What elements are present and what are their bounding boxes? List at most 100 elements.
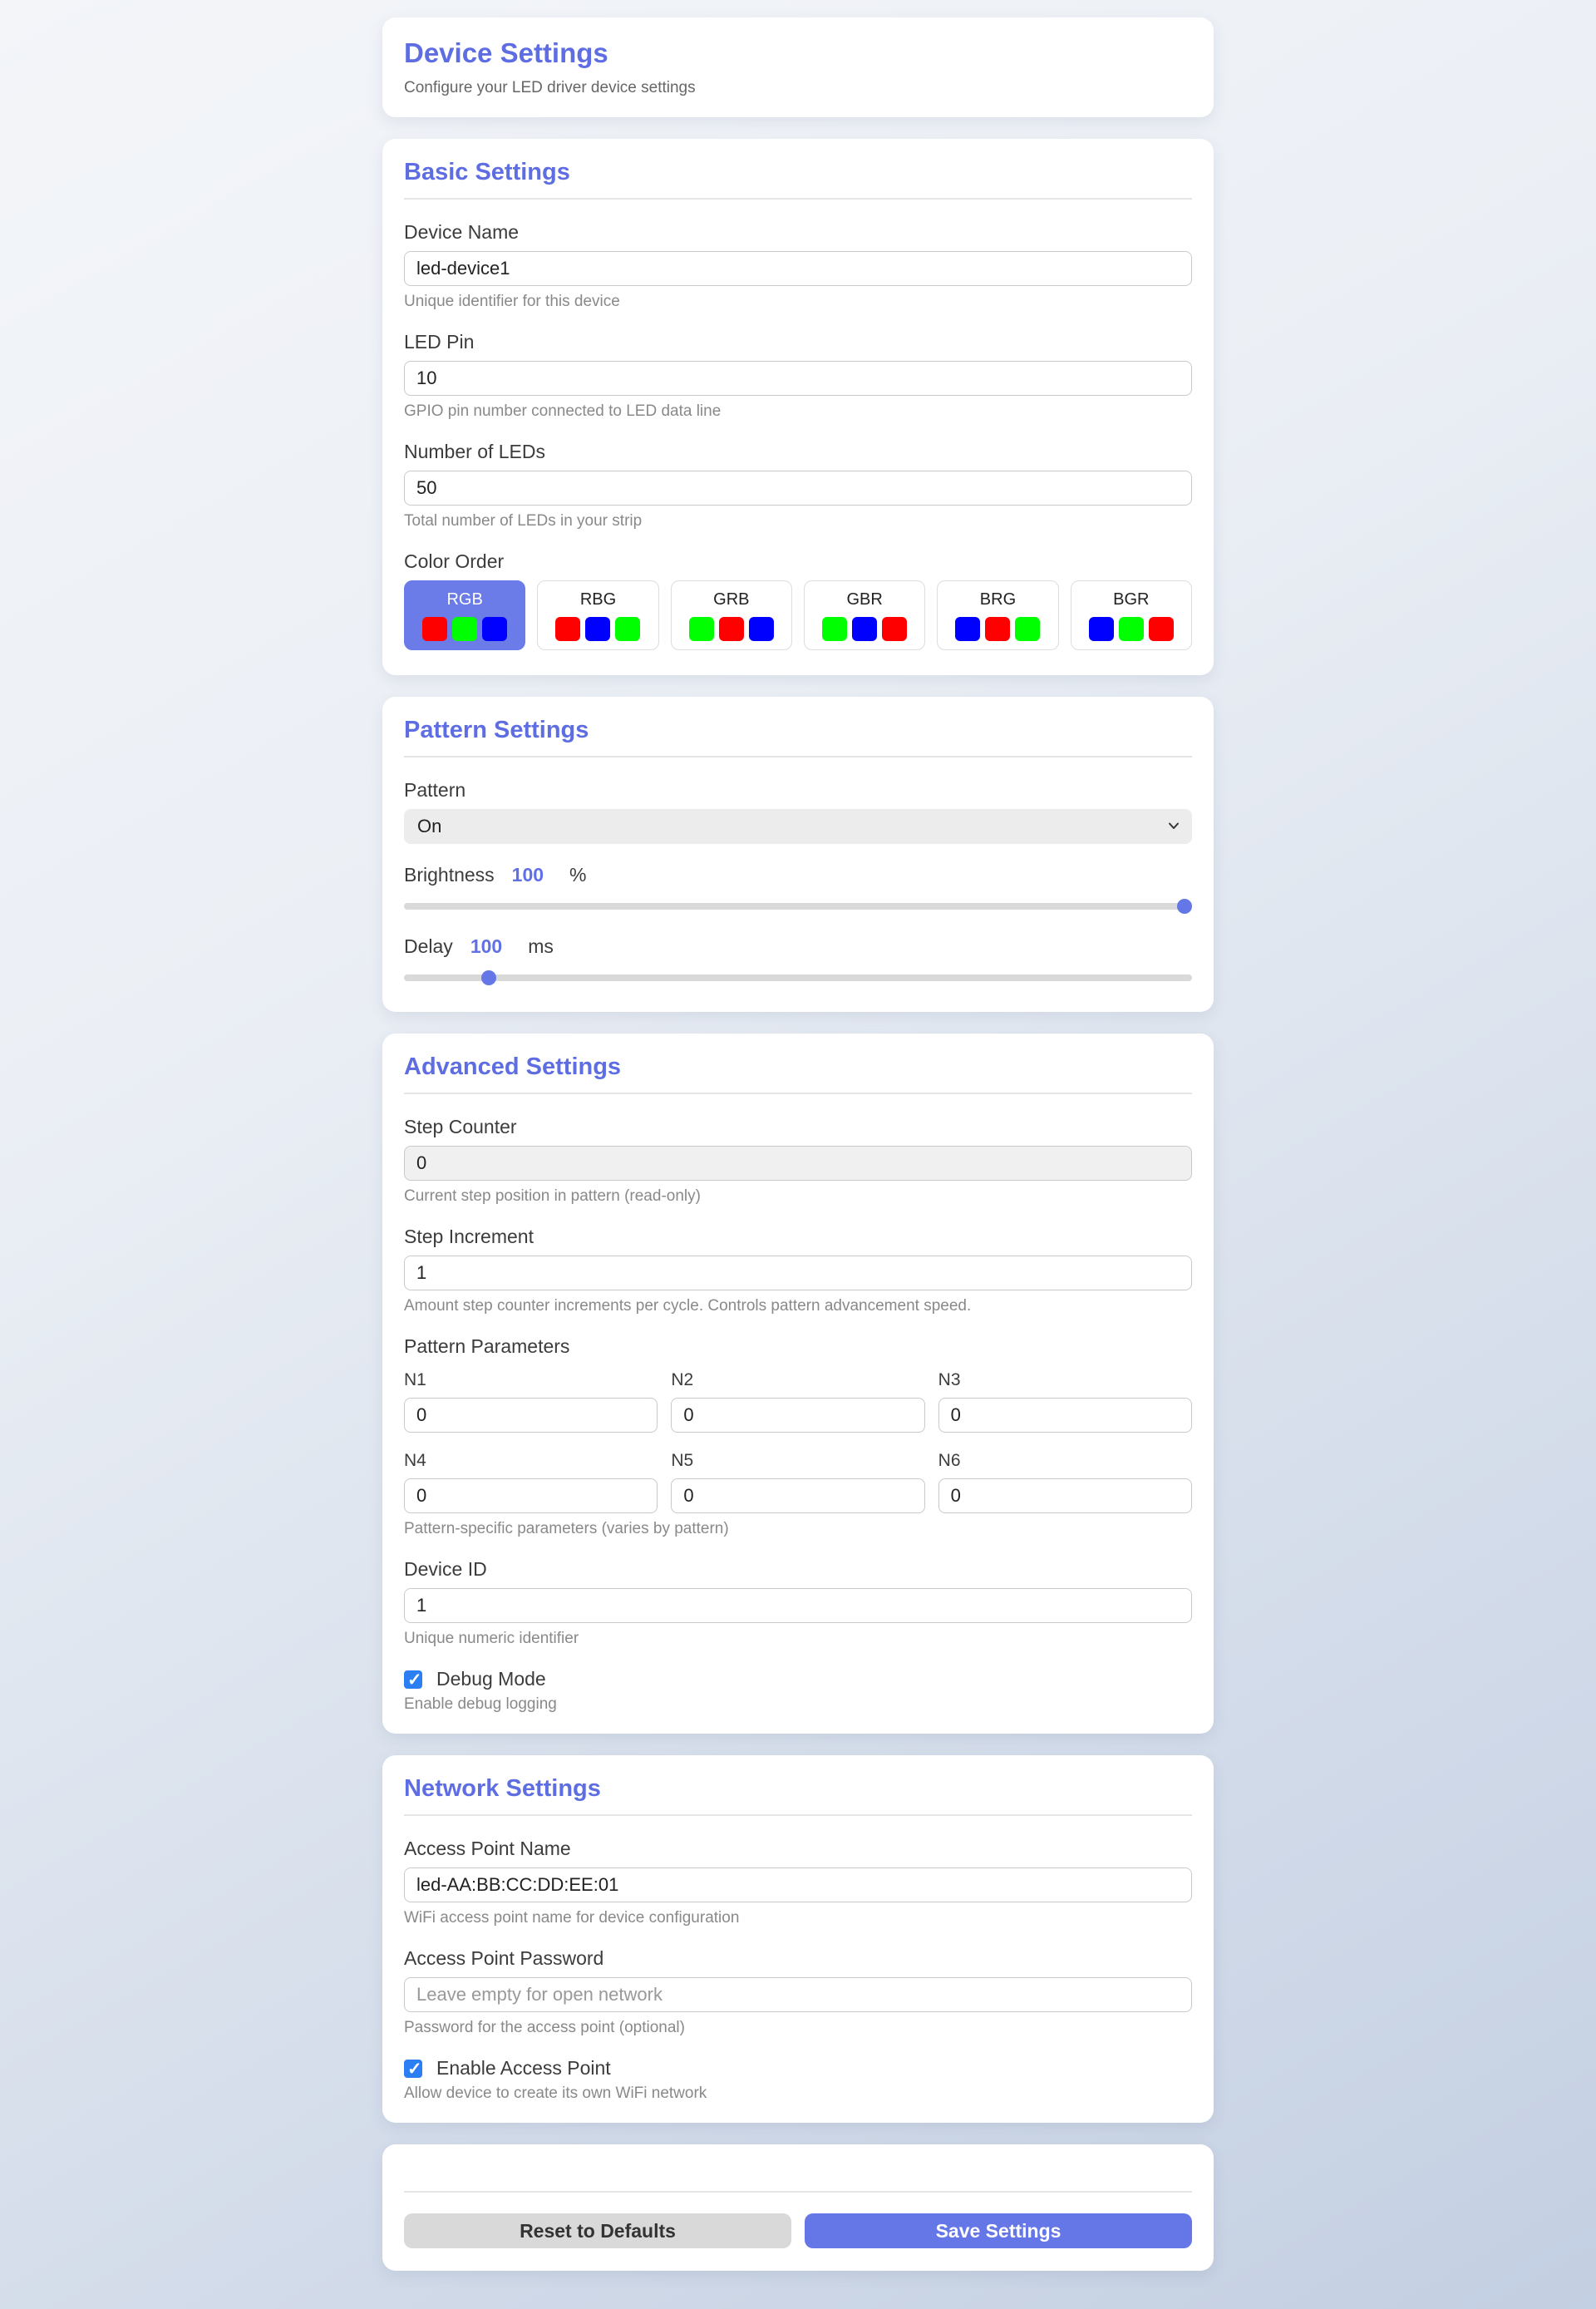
param-n2-input[interactable] xyxy=(671,1398,924,1433)
blue-swatch xyxy=(482,617,507,641)
blue-swatch xyxy=(749,617,774,641)
param-n3: N3 xyxy=(938,1365,1192,1433)
red-swatch xyxy=(1149,617,1174,641)
ap-name-input[interactable] xyxy=(404,1867,1192,1902)
delay-slider-thumb[interactable] xyxy=(481,970,496,985)
param-n4: N4 xyxy=(404,1446,658,1513)
pattern-select[interactable]: On xyxy=(404,809,1192,844)
color-order-option-label: BGR xyxy=(1113,590,1149,609)
green-swatch xyxy=(1015,617,1040,641)
color-order-option-rgb[interactable]: RGB xyxy=(404,580,525,650)
step-increment-help: Amount step counter increments per cycle… xyxy=(404,1297,1192,1315)
ap-name-label: Access Point Name xyxy=(404,1838,1192,1860)
param-n1-input[interactable] xyxy=(404,1398,658,1433)
section-divider xyxy=(404,198,1192,200)
color-order-options: RGB RBG GRB xyxy=(404,580,1192,650)
slider-track[interactable] xyxy=(404,974,1192,981)
page-title: Device Settings xyxy=(404,37,1192,69)
pattern-params-grid: N1 N2 N3 N4 N5 xyxy=(404,1365,1192,1513)
brightness-group: Brightness 100 % xyxy=(404,864,1192,914)
reset-button[interactable]: Reset to Defaults xyxy=(404,2213,791,2248)
enable-ap-row: Enable Access Point xyxy=(404,2057,1192,2080)
param-n5-input[interactable] xyxy=(671,1478,924,1513)
actions-row: Reset to Defaults Save Settings xyxy=(404,2193,1192,2271)
device-id-label: Device ID xyxy=(404,1558,1192,1581)
ap-name-help: WiFi access point name for device config… xyxy=(404,1909,1192,1927)
ap-password-input[interactable] xyxy=(404,1977,1192,2012)
red-swatch xyxy=(422,617,447,641)
led-pin-label: LED Pin xyxy=(404,331,1192,353)
red-swatch xyxy=(882,617,907,641)
color-order-option-rbg[interactable]: RBG xyxy=(537,580,658,650)
blue-swatch xyxy=(955,617,980,641)
green-swatch xyxy=(822,617,847,641)
blue-swatch xyxy=(585,617,610,641)
basic-settings-card: Basic Settings Device Name Unique identi… xyxy=(382,139,1214,675)
step-counter-group: Step Counter Current step position in pa… xyxy=(404,1116,1192,1206)
actions-card: Reset to Defaults Save Settings xyxy=(382,2144,1214,2271)
step-counter-input[interactable] xyxy=(404,1146,1192,1181)
debug-mode-group: Debug Mode Enable debug logging xyxy=(404,1668,1192,1714)
section-divider xyxy=(404,1093,1192,1094)
color-order-option-gbr[interactable]: GBR xyxy=(804,580,925,650)
header-card: Device Settings Configure your LED drive… xyxy=(382,17,1214,117)
param-n2: N2 xyxy=(671,1365,924,1433)
swatch-row xyxy=(822,617,907,641)
device-name-label: Device Name xyxy=(404,221,1192,244)
debug-mode-row: Debug Mode xyxy=(404,1668,1192,1690)
ap-password-group: Access Point Password Password for the a… xyxy=(404,1947,1192,2037)
green-swatch xyxy=(689,617,714,641)
num-leds-input[interactable] xyxy=(404,471,1192,506)
brightness-head: Brightness 100 % xyxy=(404,864,1192,886)
param-n3-input[interactable] xyxy=(938,1398,1192,1433)
delay-slider[interactable] xyxy=(404,970,1192,985)
swatch-row xyxy=(1089,617,1174,641)
red-swatch xyxy=(555,617,580,641)
section-divider xyxy=(404,1814,1192,1816)
ap-password-label: Access Point Password xyxy=(404,1947,1192,1970)
param-n1: N1 xyxy=(404,1365,658,1433)
slider-track[interactable] xyxy=(404,903,1192,910)
device-name-group: Device Name Unique identifier for this d… xyxy=(404,221,1192,311)
ap-password-help: Password for the access point (optional) xyxy=(404,2019,1192,2037)
pattern-select-value: On xyxy=(417,816,441,837)
param-n4-input[interactable] xyxy=(404,1478,658,1513)
device-name-input[interactable] xyxy=(404,251,1192,286)
brightness-label: Brightness xyxy=(404,864,495,886)
color-order-option-bgr[interactable]: BGR xyxy=(1071,580,1192,650)
pattern-params-label: Pattern Parameters xyxy=(404,1335,1192,1358)
debug-mode-checkbox[interactable] xyxy=(404,1670,422,1689)
save-button[interactable]: Save Settings xyxy=(805,2213,1192,2248)
device-id-group: Device ID Unique numeric identifier xyxy=(404,1558,1192,1648)
pattern-label: Pattern xyxy=(404,779,1192,802)
num-leds-group: Number of LEDs Total number of LEDs in y… xyxy=(404,441,1192,530)
delay-head: Delay 100 ms xyxy=(404,935,1192,958)
param-n2-label: N2 xyxy=(671,1370,924,1390)
color-order-option-label: GBR xyxy=(846,590,882,609)
green-swatch xyxy=(452,617,477,641)
param-n6-input[interactable] xyxy=(938,1478,1192,1513)
led-pin-input[interactable] xyxy=(404,361,1192,396)
network-settings-card: Network Settings Access Point Name WiFi … xyxy=(382,1755,1214,2123)
step-increment-input[interactable] xyxy=(404,1256,1192,1290)
color-order-option-label: GRB xyxy=(713,590,749,609)
delay-label: Delay xyxy=(404,935,453,958)
basic-settings-title: Basic Settings xyxy=(404,159,1192,186)
section-divider xyxy=(404,756,1192,757)
device-name-help: Unique identifier for this device xyxy=(404,293,1192,311)
chevron-down-icon xyxy=(1167,819,1180,832)
red-swatch xyxy=(985,617,1010,641)
pattern-settings-card: Pattern Settings Pattern On Brightness 1… xyxy=(382,697,1214,1012)
swatch-row xyxy=(689,617,774,641)
device-id-input[interactable] xyxy=(404,1588,1192,1623)
brightness-unit: % xyxy=(569,864,586,886)
param-n6: N6 xyxy=(938,1446,1192,1513)
swatch-row xyxy=(555,617,640,641)
brightness-slider[interactable] xyxy=(404,899,1192,914)
color-order-option-grb[interactable]: GRB xyxy=(671,580,792,650)
brightness-slider-thumb[interactable] xyxy=(1177,899,1192,914)
enable-ap-checkbox[interactable] xyxy=(404,2060,422,2078)
pattern-settings-title: Pattern Settings xyxy=(404,717,1192,744)
color-order-option-brg[interactable]: BRG xyxy=(937,580,1058,650)
delay-value: 100 xyxy=(470,935,502,958)
